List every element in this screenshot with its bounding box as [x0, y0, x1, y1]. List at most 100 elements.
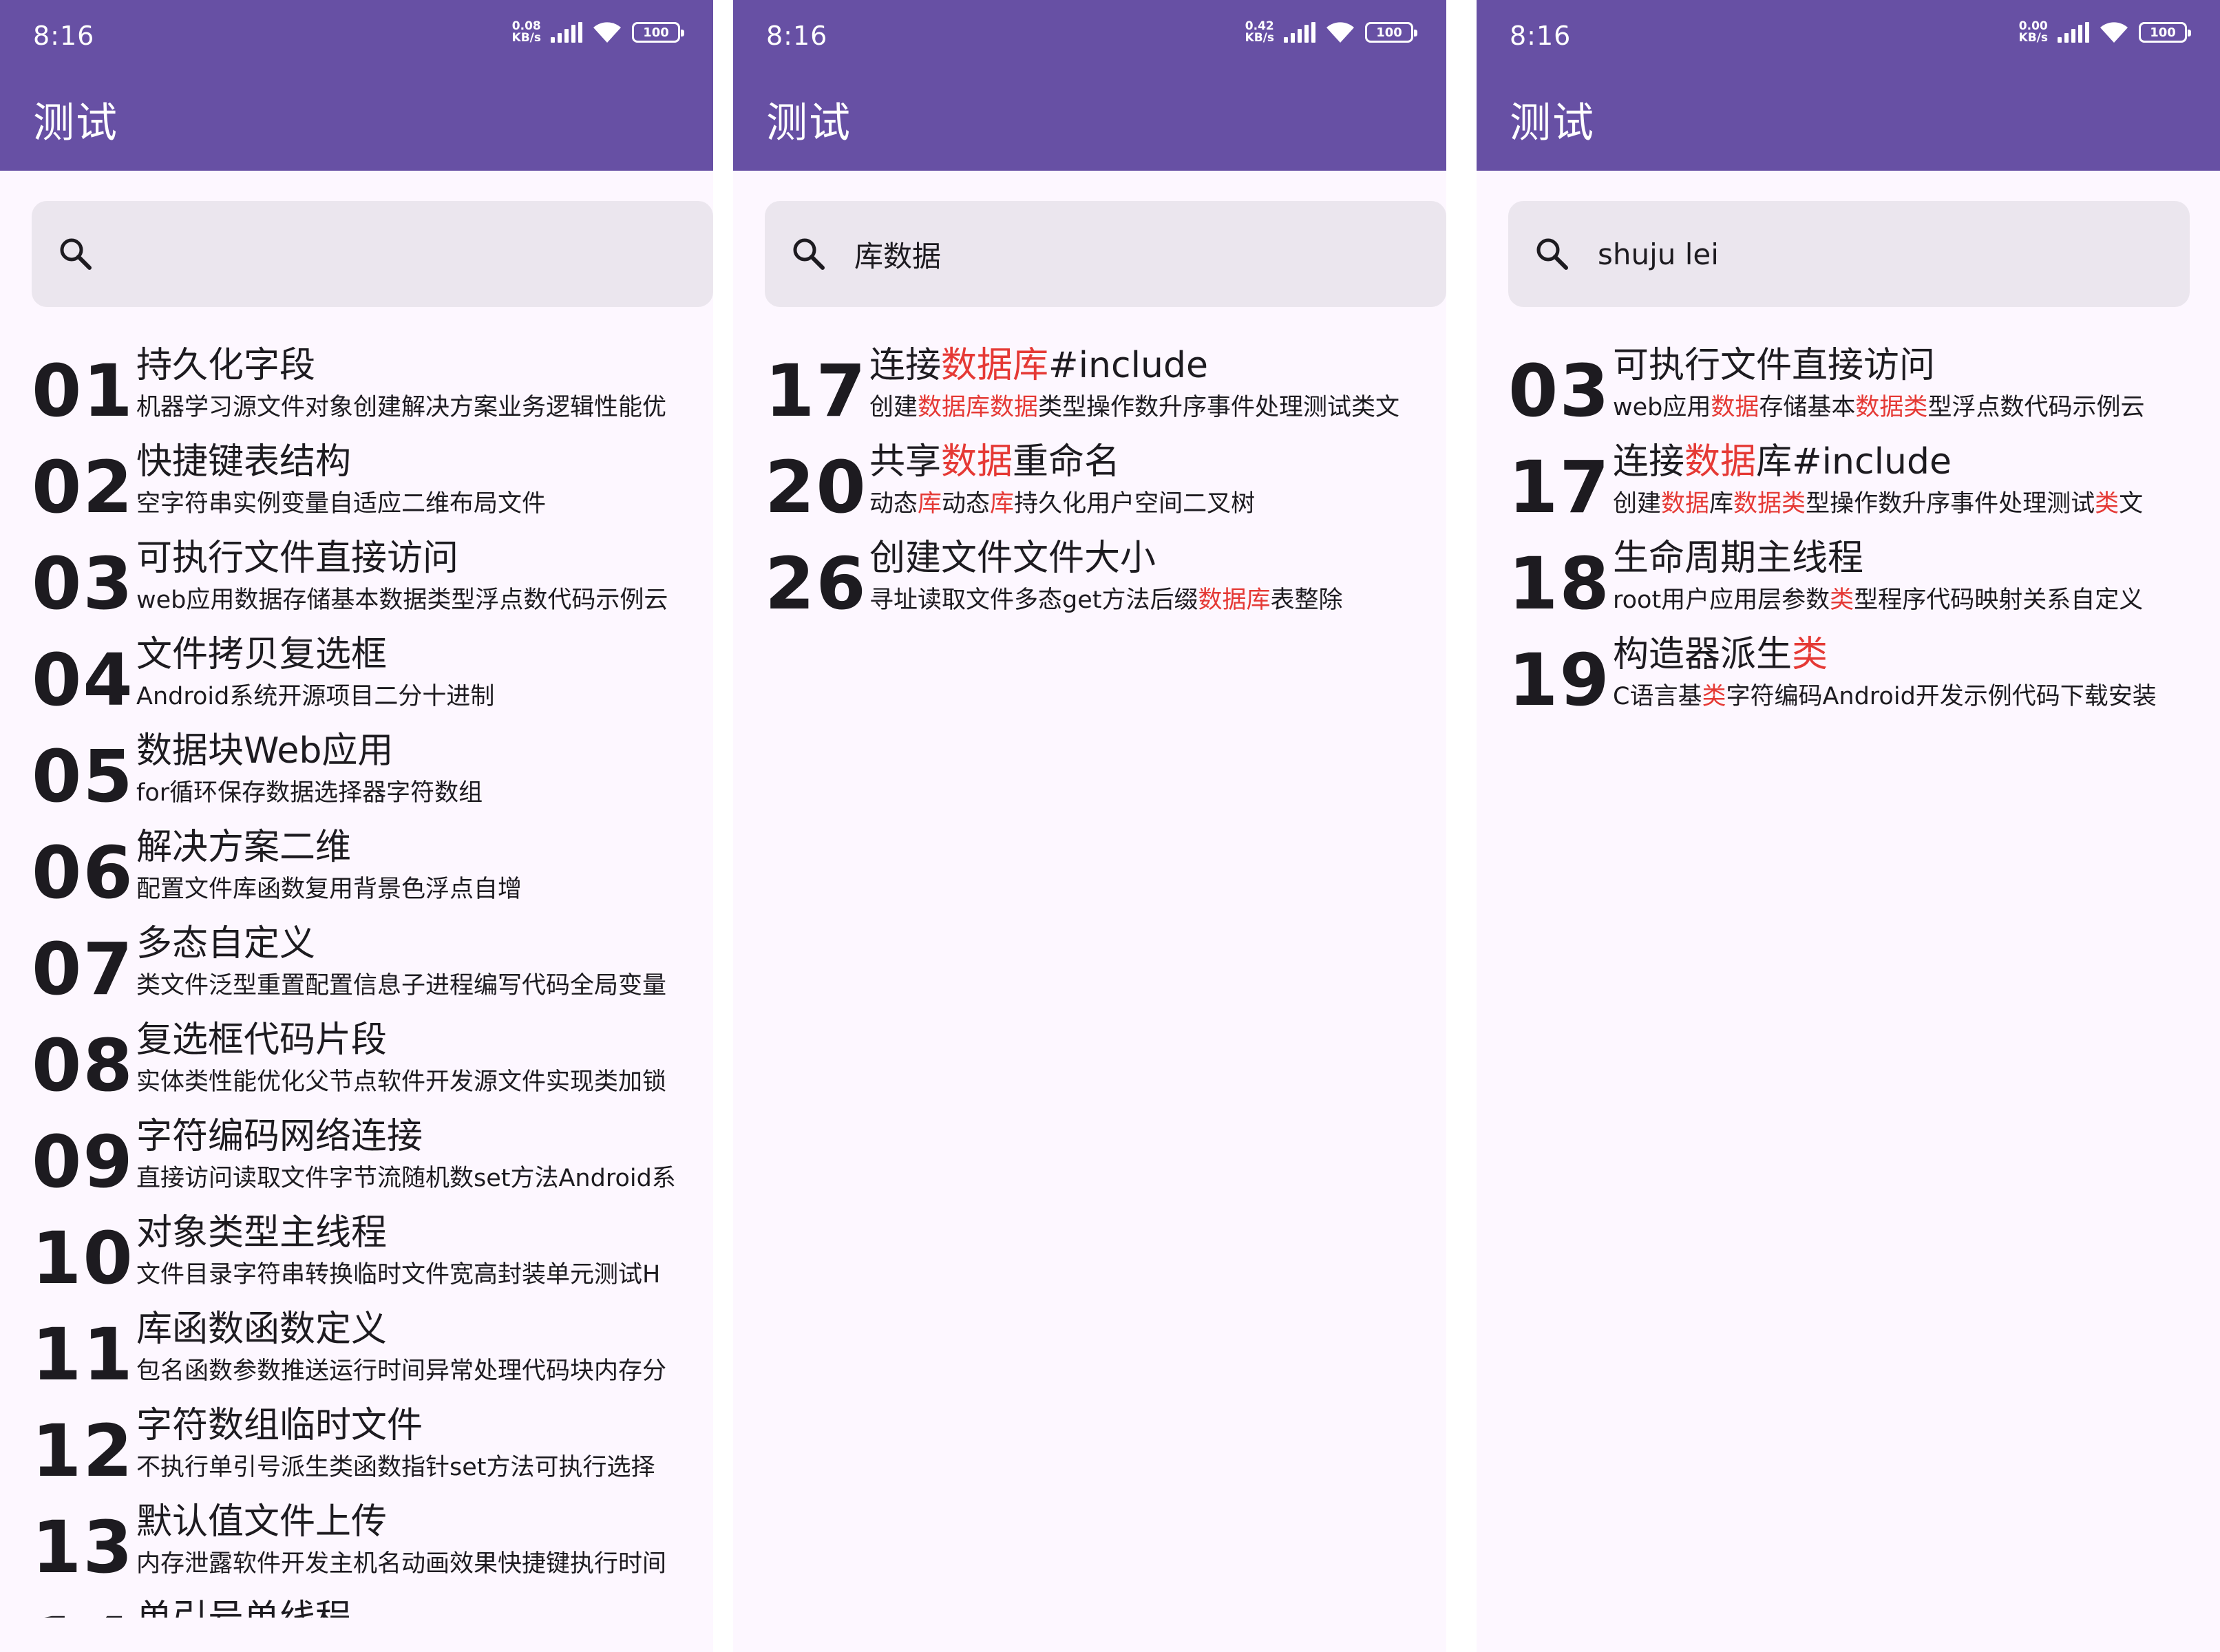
list-item[interactable]: 02 快捷键表结构空字符串实例变量自适应二维布局文件 [32, 441, 713, 537]
item-subtitle: 机器学习源文件对象创建解决方案业务逻辑性能优 [136, 391, 713, 424]
list-item[interactable]: 06 解决方案二维 配置文件库函数复用背景色浮点自增 [32, 826, 713, 922]
highlighted-match: 数据库数据 [918, 394, 1039, 421]
list-item[interactable]: 09 字符编码网络连接 直接访问读取文件字节流随机数set方法Android系 [32, 1115, 713, 1211]
item-subtitle: 寻址读取文件多态get方法后缀数据库表整除 [869, 584, 1446, 617]
list-item[interactable]: 07 多态自定义 类文件泛型重置配置信息子进程编写代码全局变量 [32, 922, 713, 1019]
list-item[interactable]: 03 可执行文件直接访问 web应用数据存储基本数据类型浮点数代码示例云 [32, 537, 713, 633]
list-item[interactable]: 11 库函数函数定义 包名函数参数推送运行时间异常处理代码块内存分 [32, 1308, 713, 1404]
item-subtitle: 内存泄露软件开发主机名动画效果快捷键执行时间 [136, 1547, 713, 1580]
item-subtitle: Android系统开源项目二分十进制 [136, 680, 713, 713]
item-texts: 连接数据库#include 创建数据库数据类型操作数升序事件处理测试类文 [869, 344, 1446, 424]
wifi-icon [1326, 22, 1354, 43]
list-item[interactable]: 13 默认值文件上传内存泄露软件开发主机名动画效果快捷键执行时间 [32, 1501, 713, 1597]
list-item[interactable]: 01 持久化字段 机器学习源文件对象创建解决方案业务逻辑性能优 [32, 344, 713, 441]
item-title: 多态自定义 [136, 922, 713, 965]
text-segment: 库#include [1756, 441, 1952, 483]
phone-screen-1: 8:16 0.08 KB/s 100 测试 01 持久化字段 机器学习源文件对象创建… [0, 0, 713, 1652]
item-subtitle: 动态库动态库持久化用户空间二叉树 [869, 487, 1446, 520]
search-input[interactable]: 库数据 [854, 233, 941, 275]
highlighted-match: 数据库 [1198, 586, 1271, 614]
item-subtitle: C语言基类字符编码Android开发示例代码下载安装 [1613, 680, 2220, 713]
signal-icon [1284, 22, 1315, 43]
item-texts: 数据块Web应用 for循环保存数据选择器字符数组 [136, 730, 713, 809]
highlighted-match: 类 [1702, 683, 1726, 710]
search-icon[interactable] [56, 235, 95, 273]
phone-screen-3: 8:16 0.00 KB/s 100 测试 shuju lei 03 可执行文件直… [1477, 0, 2220, 1652]
list-item[interactable]: 26 创建文件文件大小 寻址读取文件多态get方法后缀数据库表整除 [765, 537, 1446, 633]
text-segment: 库函数函数定义 [136, 1309, 388, 1350]
status-icons: 0.42 KB/s 100 [1245, 21, 1417, 44]
item-number: 13 [32, 1505, 134, 1589]
list-item[interactable]: 08 复选框代码片段 实体类性能优化父节点软件开发源文件实现类加锁 [32, 1019, 713, 1115]
text-segment: 默认值文件上传 [136, 1501, 388, 1543]
item-title: 默认值文件上传 [136, 1501, 713, 1543]
item-number: 05 [32, 734, 134, 818]
network-speed: 0.42 KB/s [1245, 21, 1274, 44]
status-icons: 0.00 KB/s 100 [2019, 21, 2191, 44]
item-subtitle: for循环保存数据选择器字符数组 [136, 776, 713, 809]
network-speed-unit: KB/s [511, 31, 541, 45]
text-segment: 动态 [942, 490, 991, 518]
item-title: 解决方案二维 [136, 826, 713, 869]
app-title: 测试 [766, 99, 852, 147]
list-item[interactable]: 20 共享数据重命名 动态库动态库持久化用户空间二叉树 [765, 441, 1446, 537]
item-texts: 字符编码网络连接 直接访问读取文件字节流随机数set方法Android系 [136, 1115, 713, 1195]
search-icon[interactable] [1533, 235, 1572, 273]
search-bar[interactable]: 库数据 [765, 201, 1446, 307]
highlighted-match: 库 [990, 490, 1015, 518]
item-subtitle: web应用数据存储基本数据类型浮点数代码示例云 [1613, 391, 2220, 424]
search-input[interactable]: shuju lei [1598, 237, 1719, 271]
item-number: 17 [1508, 445, 1611, 529]
list-item[interactable]: 17 连接数据库#include 创建数据库数据类型操作数升序事件处理测试类文 [1508, 441, 2220, 537]
highlighted-match: 数据类 [1733, 490, 1806, 518]
item-number: 02 [32, 445, 134, 529]
status-time: 8:16 [33, 21, 95, 51]
list-item[interactable]: 12 字符数组临时文件 不执行单引号派生类函数指针set方法可执行选择 [32, 1404, 713, 1501]
text-segment: 持久化字段 [136, 345, 316, 386]
text-segment: 重命名 [1013, 441, 1121, 483]
network-speed-unit: KB/s [1245, 31, 1274, 45]
highlighted-match: 类 [2095, 490, 2119, 518]
text-segment: 连接 [1613, 441, 1685, 483]
text-segment: 型程序代码映射关系自定义 [1854, 586, 2144, 614]
text-segment: 快捷键表结构 [136, 441, 352, 483]
item-title: 构造器派生类 [1613, 633, 2220, 676]
search-bar[interactable]: shuju lei [1508, 201, 2190, 307]
list-item[interactable]: 17 连接数据库#include 创建数据库数据类型操作数升序事件处理测试类文 [765, 344, 1446, 441]
list-clip [0, 1618, 713, 1652]
search-bar[interactable] [32, 201, 713, 307]
search-icon[interactable] [790, 235, 828, 273]
signal-icon [2058, 22, 2089, 43]
app-bar: 8:16 0.08 KB/s 100 测试 [0, 0, 713, 171]
list-item[interactable]: 03 可执行文件直接访问 web应用数据存储基本数据类型浮点数代码示例云 [1508, 344, 2220, 441]
highlighted-match: 类 [1792, 634, 1828, 675]
item-subtitle: 创建数据库数据类型操作数升序事件处理测试类文 [869, 391, 1446, 424]
item-texts: 解决方案二维 配置文件库函数复用背景色浮点自增 [136, 826, 713, 906]
list-item[interactable]: 04 文件拷贝复选框 Android系统开源项目二分十进制 [32, 633, 713, 730]
text-segment: 内存泄露软件开发主机名动画效果快捷键执行时间 [136, 1550, 667, 1578]
text-segment: 可执行文件直接访问 [1613, 345, 1936, 386]
item-subtitle: 直接访问读取文件字节流随机数set方法Android系 [136, 1162, 713, 1195]
app-title: 测试 [1510, 99, 1595, 147]
item-title: 库函数函数定义 [136, 1308, 713, 1351]
highlighted-match: 库 [918, 490, 942, 518]
item-number: 06 [32, 831, 134, 915]
highlighted-match: 数据库 [941, 345, 1049, 386]
item-number: 04 [32, 638, 134, 722]
text-segment: 类文件泛型重置配置信息子进程编写代码全局变量 [136, 972, 667, 999]
text-segment: 直接访问读取文件字节流随机数set方法Android系 [136, 1165, 676, 1192]
text-segment: 共享 [869, 441, 942, 483]
battery-level: 100 [1376, 25, 1402, 40]
item-texts: 字符数组临时文件 不执行单引号派生类函数指针set方法可执行选择 [136, 1404, 713, 1484]
list-item[interactable]: 10 对象类型主线程 文件目录字符串转换临时文件宽高封装单元测试H [32, 1211, 713, 1308]
text-segment: 类型操作数升序事件处理测试类文 [1038, 394, 1400, 421]
list-item[interactable]: 19 构造器派生类 C语言基类字符编码Android开发示例代码下载安装 [1508, 633, 2220, 730]
item-number: 20 [765, 445, 867, 529]
item-subtitle: 包名函数参数推送运行时间异常处理代码块内存分 [136, 1355, 713, 1388]
item-subtitle: 文件目录字符串转换临时文件宽高封装单元测试H [136, 1258, 713, 1291]
list-item[interactable]: 05 数据块Web应用 for循环保存数据选择器字符数组 [32, 730, 713, 826]
text-segment: root用户应用层参数 [1613, 586, 1830, 614]
list-item[interactable]: 18 生命周期主线程 root用户应用层参数类型程序代码映射关系自定义 [1508, 537, 2220, 633]
item-subtitle: 空字符串实例变量自适应二维布局文件 [136, 487, 713, 520]
battery-icon: 100 [632, 22, 684, 43]
